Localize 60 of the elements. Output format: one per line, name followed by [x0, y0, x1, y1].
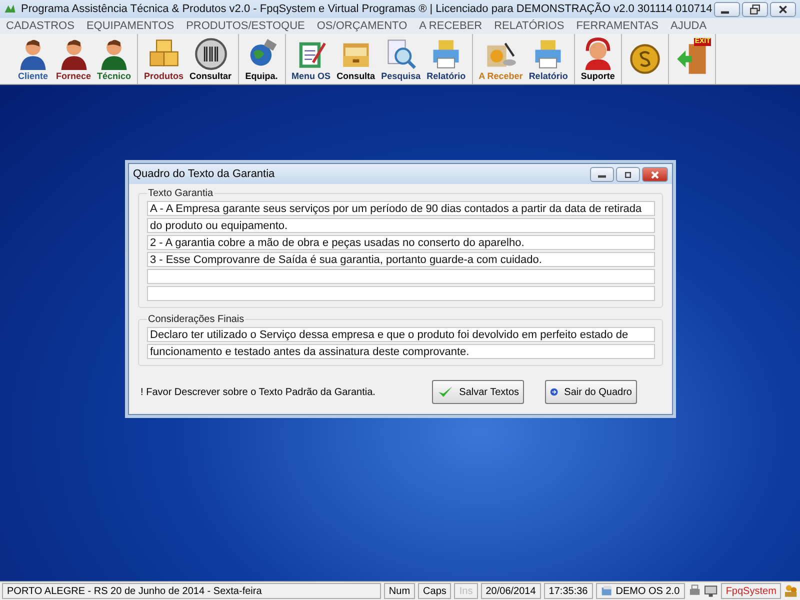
menu-item[interactable]: CADASTROS — [6, 20, 74, 32]
status-cell: 17:35:36 — [544, 583, 593, 599]
input-field[interactable]: A - A Empresa garante seus serviços por um período de 90 dias contados a partir da data de retirada — [147, 201, 655, 216]
input-field[interactable] — [147, 269, 655, 284]
toolbar-button[interactable]: Menu OS — [288, 34, 334, 84]
maximize-button[interactable] — [616, 166, 640, 182]
status-cell: FpqSystem — [720, 583, 782, 599]
save-button[interactable]: Salvar Textos — [432, 380, 524, 404]
menu-item[interactable]: PRODUTOS/ESTOQUE — [186, 20, 305, 32]
minimize-button[interactable] — [714, 2, 740, 16]
dialog-title: Quadro do Texto da Garantia — [133, 168, 275, 180]
input-field[interactable]: Declaro ter utilizado o Serviço dessa empresa e que o produto foi devolvido em perfeito estado de — [147, 327, 655, 342]
leave-dialog-button[interactable]: Sair do Quadro — [545, 380, 637, 404]
minimize-icon — [721, 10, 729, 14]
menu-item[interactable]: FERRAMENTAS — [576, 20, 659, 32]
toolbar-button[interactable]: Suporte — [578, 34, 618, 84]
printer-icon[interactable] — [688, 584, 702, 598]
group-label: Considerações Finais — [147, 314, 246, 325]
input-field[interactable]: funcionamento e testado antes da assinatura deste comprovante. — [147, 344, 655, 359]
toolbar-button[interactable]: Fornece — [53, 34, 94, 84]
door-icon — [674, 42, 709, 76]
menu-item[interactable]: A RECEBER — [419, 20, 482, 32]
minimize-button[interactable] — [590, 166, 614, 182]
menu-item[interactable]: OS/ORÇAMENTO — [316, 20, 408, 32]
menu-item[interactable]: AJUDA — [670, 20, 707, 32]
status-cell: PORTO ALEGRE - RS 20 de Junho de 2014 - Sexta-feira — [2, 583, 381, 599]
close-button[interactable] — [642, 166, 668, 182]
menu-item[interactable]: EQUIPAMENTOS — [86, 20, 174, 32]
toolbar-button[interactable]: Pesquisa — [378, 34, 424, 84]
toolbar-button[interactable]: Técnico — [94, 34, 134, 84]
toolbar-button[interactable]: Consulta — [334, 34, 378, 84]
toolbar-button[interactable]: Cliente — [13, 34, 53, 84]
restore-icon — [749, 4, 761, 14]
status-cell: Num — [384, 583, 416, 599]
minimize-icon — [598, 174, 606, 178]
input-field[interactable]: 3 - Esse Comprovanre de Saída é sua garantia, portanto guarde-a com cuidado. — [147, 252, 655, 267]
barcode-icon — [194, 37, 228, 71]
monitor-icon[interactable] — [704, 584, 718, 598]
maximize-icon — [624, 170, 632, 180]
people-icon[interactable] — [784, 584, 798, 598]
window-title: Programa Assistência Técnica & Produtos v2.0 - FpqSystem e Virtual Programas ® | Licenciado para DEMONSTRAÇÃO v2.0 301114 010714 — [21, 3, 714, 15]
close-icon — [777, 4, 789, 14]
close-button[interactable] — [770, 2, 796, 16]
toolbar-button[interactable]: Relatório — [526, 34, 571, 84]
toolbar-button[interactable]: Equipa. — [242, 34, 282, 84]
coin-icon — [628, 42, 662, 76]
input-field[interactable]: 2 - A garantia cobre a mão de obra e peças usadas no conserto do aparelho. — [147, 235, 655, 250]
toolbar-button[interactable]: Relatório — [424, 34, 469, 84]
status-cell: Caps — [418, 583, 452, 599]
input-field[interactable] — [147, 286, 655, 301]
menu-item[interactable]: RELATÓRIOS — [494, 20, 564, 32]
toolbar-button[interactable]: Consultar — [186, 34, 235, 84]
group-label: Texto Garantia — [147, 188, 214, 199]
status-cell: DEMO OS 2.0 — [596, 583, 685, 599]
close-icon — [650, 170, 660, 180]
restore-button[interactable] — [742, 2, 768, 16]
hint-text: ! Favor Descrever sobre o Texto Padrão da Garantia. — [140, 386, 376, 398]
input-field[interactable]: do produto ou equipamento. — [147, 218, 655, 233]
toolbar-button[interactable]: Produtos — [141, 34, 187, 84]
status-cell: 20/06/2014 — [480, 583, 541, 599]
